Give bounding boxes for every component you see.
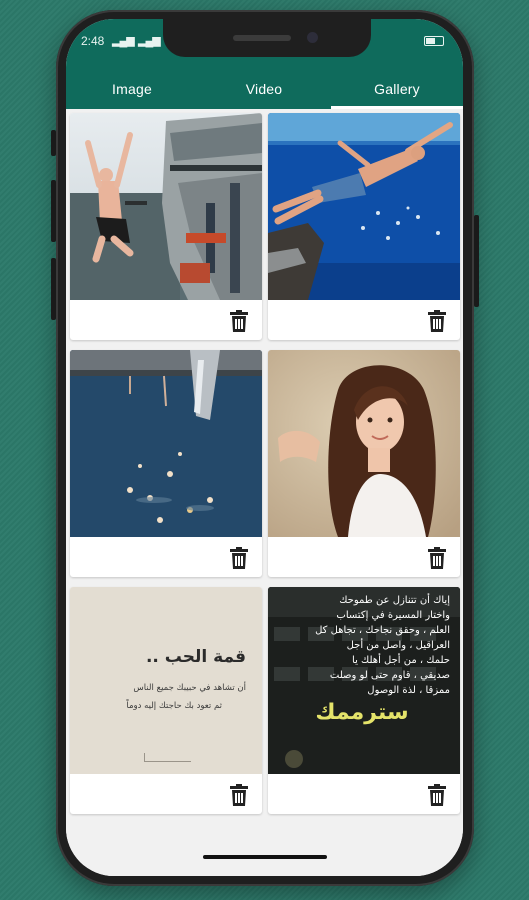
signal-icon: ▂▄▆ <box>138 35 161 47</box>
trash-icon[interactable] <box>428 547 446 569</box>
signal-icon: ▂▄▆ <box>112 35 135 47</box>
gallery-item: قمة الحب .. أن تشاهد في حبيبك جميع الناس… <box>70 587 262 814</box>
app-header: 2:48 ▂▄▆ ▂▄▆ Image Video Gallery <box>66 19 463 109</box>
gallery-item: إياك أن تتنازل عن طموحك واختار المسيرة ف… <box>268 587 460 814</box>
tab-image[interactable]: Image <box>66 69 198 109</box>
poster-line: حلمك ، من أجل أهلك يا <box>352 655 450 666</box>
phone-volume-up-button <box>51 180 56 242</box>
poster-line: إياك أن تتنازل عن طموحك <box>339 595 450 606</box>
phone-side-button <box>51 130 56 156</box>
phone-power-button <box>474 215 479 307</box>
gallery-item <box>268 350 460 577</box>
trash-icon[interactable] <box>230 784 248 806</box>
gallery-thumbnail[interactable]: إياك أن تتنازل عن طموحك واختار المسيرة ف… <box>268 587 460 774</box>
gallery-thumbnail[interactable] <box>70 113 262 300</box>
poster-text-block: إياك أن تتنازل عن طموحك واختار المسيرة ف… <box>274 593 450 728</box>
trash-icon[interactable] <box>230 547 248 569</box>
speaker-grille <box>233 35 291 41</box>
signature-mark <box>144 753 191 762</box>
tab-image-label: Image <box>112 81 152 97</box>
status-time: 2:48 <box>81 34 105 48</box>
phone-screen: 2:48 ▂▄▆ ▂▄▆ Image Video Gallery قمة الح… <box>66 19 463 876</box>
gallery-grid: قمة الحب .. أن تشاهد في حبيبك جميع الناس… <box>66 109 463 876</box>
photo-swimmers-near-ship <box>70 350 262 537</box>
phone-volume-down-button <box>51 258 56 320</box>
poster-line: واختار المسيرة في إكتساب <box>336 610 450 621</box>
quote-title: قمة الحب .. <box>145 647 246 667</box>
tab-video[interactable]: Video <box>198 69 330 109</box>
tab-gallery[interactable]: Gallery <box>331 69 463 109</box>
battery-icon <box>424 36 444 46</box>
poster-highlight: سترممك <box>315 700 409 725</box>
gallery-thumbnail[interactable] <box>70 350 262 537</box>
camera-notch <box>163 19 371 57</box>
poster-line: العلم ، وحقق نجاحك ، تجاهل كل <box>315 625 450 636</box>
poster-line: ممزقا ، لذة الوصول <box>367 685 450 696</box>
quote-line: ثم تعود بك حاجتك إليه دوماً <box>126 701 222 711</box>
gallery-item <box>70 350 262 577</box>
quote-line: أن تشاهد في حبيبك جميع الناس <box>133 683 246 693</box>
gallery-item <box>268 113 460 340</box>
tab-gallery-label: Gallery <box>374 81 420 97</box>
photo-man-diving-into-sea <box>268 113 460 300</box>
tab-video-label: Video <box>245 81 283 97</box>
gallery-thumbnail[interactable] <box>268 113 460 300</box>
poster-line: العراقيل ، واصل من أجل <box>346 640 450 651</box>
gallery-thumbnail[interactable]: قمة الحب .. أن تشاهد في حبيبك جميع الناس… <box>70 587 262 774</box>
trash-icon[interactable] <box>428 310 446 332</box>
gallery-item <box>70 113 262 340</box>
home-indicator[interactable] <box>203 855 327 859</box>
trash-icon[interactable] <box>428 784 446 806</box>
gallery-thumbnail[interactable] <box>268 350 460 537</box>
photo-man-jumping-off-ship <box>70 113 262 300</box>
trash-icon[interactable] <box>230 310 248 332</box>
front-camera <box>307 32 318 43</box>
photo-girl-portrait <box>268 350 460 537</box>
poster-line: صديقي ، قاوم حتى لو وصلت <box>329 670 450 681</box>
